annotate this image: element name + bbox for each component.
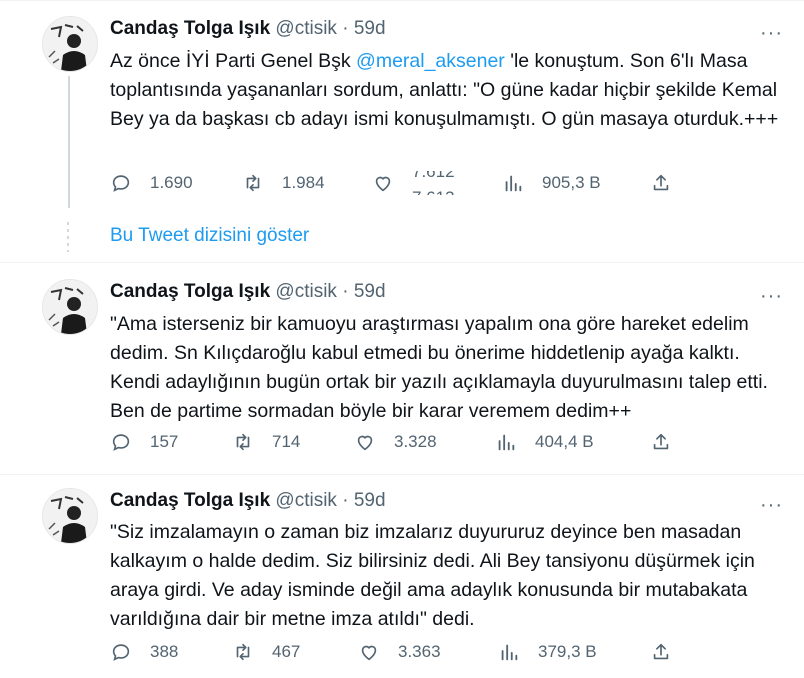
reply-icon [112,175,130,192]
views-icon [498,434,515,451]
share-button[interactable] [650,168,690,198]
like-button[interactable]: 7.612 7.613 [372,168,472,198]
reply-button[interactable]: 388 [110,637,178,667]
author-name[interactable]: Candaş Tolga Işık [110,281,270,302]
retweet-count: 1.984 [282,173,325,192]
tweet-divider [0,262,804,263]
avatar[interactable] [42,279,98,335]
reply-count: 1.690 [150,173,193,192]
like-count: 7.612 [412,171,455,181]
like-button[interactable]: 3.363 [358,637,441,667]
separator-dot: · [342,281,349,302]
reply-count: 388 [150,642,179,661]
like-count-roller: 7.612 7.613 [412,171,472,195]
share-button[interactable] [650,637,690,667]
show-thread-link[interactable]: Bu Tweet dizisini göster [110,224,309,248]
reply-button[interactable]: 157 [110,427,178,457]
views-button[interactable]: 379,3 B [498,637,597,667]
tweet-header: Candaş Tolga Işık @ctisik · 59d [110,17,386,41]
tweet-age[interactable]: 59d [354,490,386,511]
views-icon [505,175,522,192]
author-handle[interactable]: @ctisik [275,18,337,39]
views-icon [501,644,518,661]
retweet-count: 467 [272,642,301,661]
reply-button[interactable]: 1.690 [110,168,193,198]
share-icon [653,643,669,660]
author-handle[interactable]: @ctisik [275,281,337,302]
separator-dot: · [342,490,349,511]
tweet-age[interactable]: 59d [354,18,386,39]
more-icon[interactable]: ··· [760,495,783,515]
retweet-button[interactable]: 714 [232,427,300,457]
views-button[interactable]: 905,3 B [502,168,601,198]
retweet-button[interactable]: 1.984 [242,168,325,198]
like-button[interactable]: 3.328 [354,427,437,457]
share-button[interactable] [650,427,690,457]
views-button[interactable]: 404,4 B [495,427,594,457]
author-handle[interactable]: @ctisik [275,490,337,511]
like-count: 3.328 [394,432,437,451]
mention-link[interactable]: @meral_aksener [356,50,505,72]
tweet-text-part: Az önce İYİ Parti Genel Bşk [110,50,357,72]
reply-icon [112,644,130,661]
retweet-icon [236,643,250,661]
reply-icon [112,434,130,451]
share-icon [653,174,669,191]
like-icon [357,435,373,451]
avatar-image [43,17,97,71]
retweet-count: 714 [272,432,301,451]
thread-line [68,76,70,208]
reply-count: 157 [150,432,179,451]
author-name[interactable]: Candaş Tolga Işık [110,490,270,511]
tweet-age[interactable]: 59d [354,281,386,302]
avatar[interactable] [42,488,98,544]
tweet-text: Az önce İYİ Parti Genel Bşk @meral_aksen… [110,47,790,134]
tweet-actions: 388 467 3.363 379,3 B [110,637,690,667]
more-icon[interactable]: ··· [760,286,783,306]
like-icon [375,176,391,192]
avatar-image [43,489,97,543]
share-icon [653,433,669,450]
views-count: 905,3 B [542,173,601,192]
tweet-header: Candaş Tolga Işık @ctisik · 59d [110,280,386,304]
retweet-button[interactable]: 467 [232,637,300,667]
views-count: 379,3 B [538,642,597,661]
separator-dot: · [342,18,349,39]
tweet-text: "Ama isterseniz bir kamuoyu araştırması … [110,313,768,422]
retweet-icon [246,174,260,192]
tweet-actions: 157 714 3.328 404,4 B [110,427,690,457]
thread-gap-dashes [67,222,69,252]
views-count: 404,4 B [535,432,594,451]
like-count-next: 7.613 [412,185,455,195]
avatar[interactable] [42,16,98,72]
more-icon[interactable]: ··· [760,23,783,43]
like-count: 3.363 [398,642,441,661]
avatar-image [43,280,97,334]
tweet-header: Candaş Tolga Işık @ctisik · 59d [110,489,386,513]
tweet-text: "Siz imzalamayın o zaman biz imzalarız d… [110,521,755,630]
retweet-icon [236,433,250,451]
tweet-actions: 1.690 1.984 7.612 7.613 905,3 B [110,168,690,198]
like-icon [361,645,377,661]
author-name[interactable]: Candaş Tolga Işık [110,18,270,39]
top-border [0,0,804,1]
tweet-divider [0,474,804,475]
